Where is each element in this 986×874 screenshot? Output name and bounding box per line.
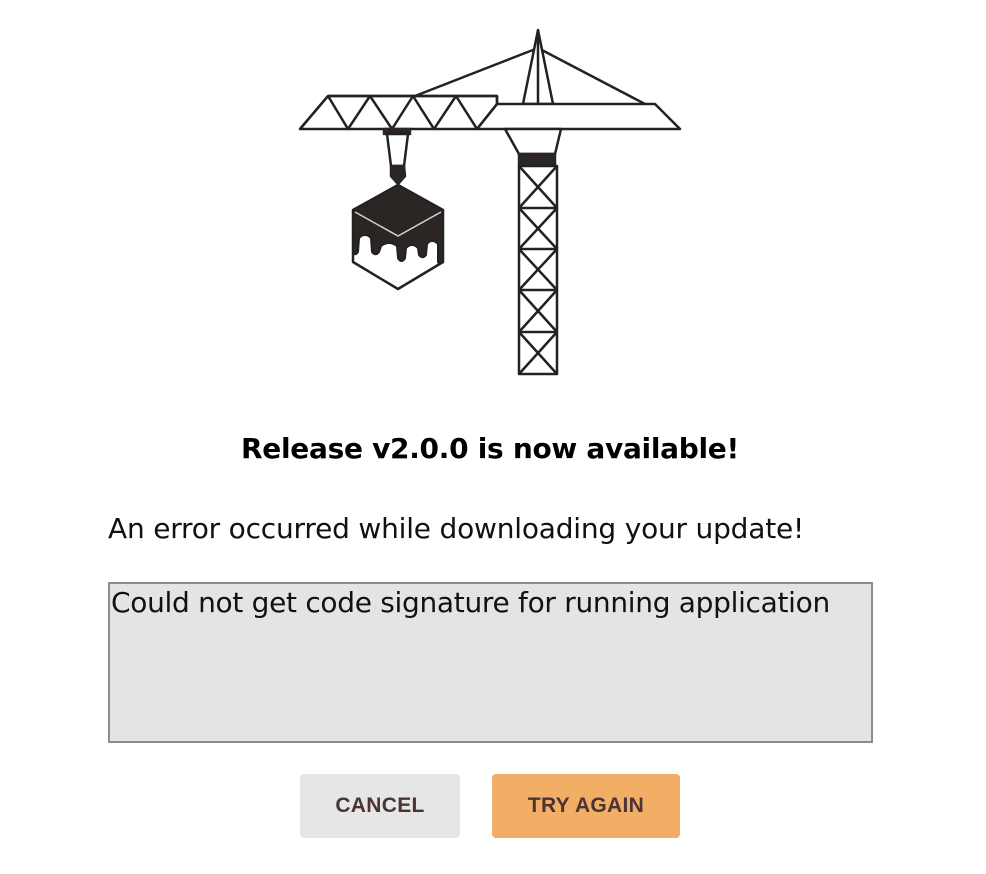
construction-crane-icon (298, 28, 682, 376)
update-error-dialog: Release v2.0.0 is now available! An erro… (0, 0, 986, 874)
try-again-button[interactable]: TRY AGAIN (492, 774, 680, 838)
error-details-box[interactable]: Could not get code signature for running… (108, 582, 873, 743)
error-message: An error occurred while downloading your… (108, 512, 805, 545)
dialog-title: Release v2.0.0 is now available! (241, 432, 739, 465)
crane-illustration (290, 20, 690, 385)
dripping-cube-icon (351, 183, 445, 291)
cancel-button[interactable]: CANCEL (300, 774, 460, 838)
